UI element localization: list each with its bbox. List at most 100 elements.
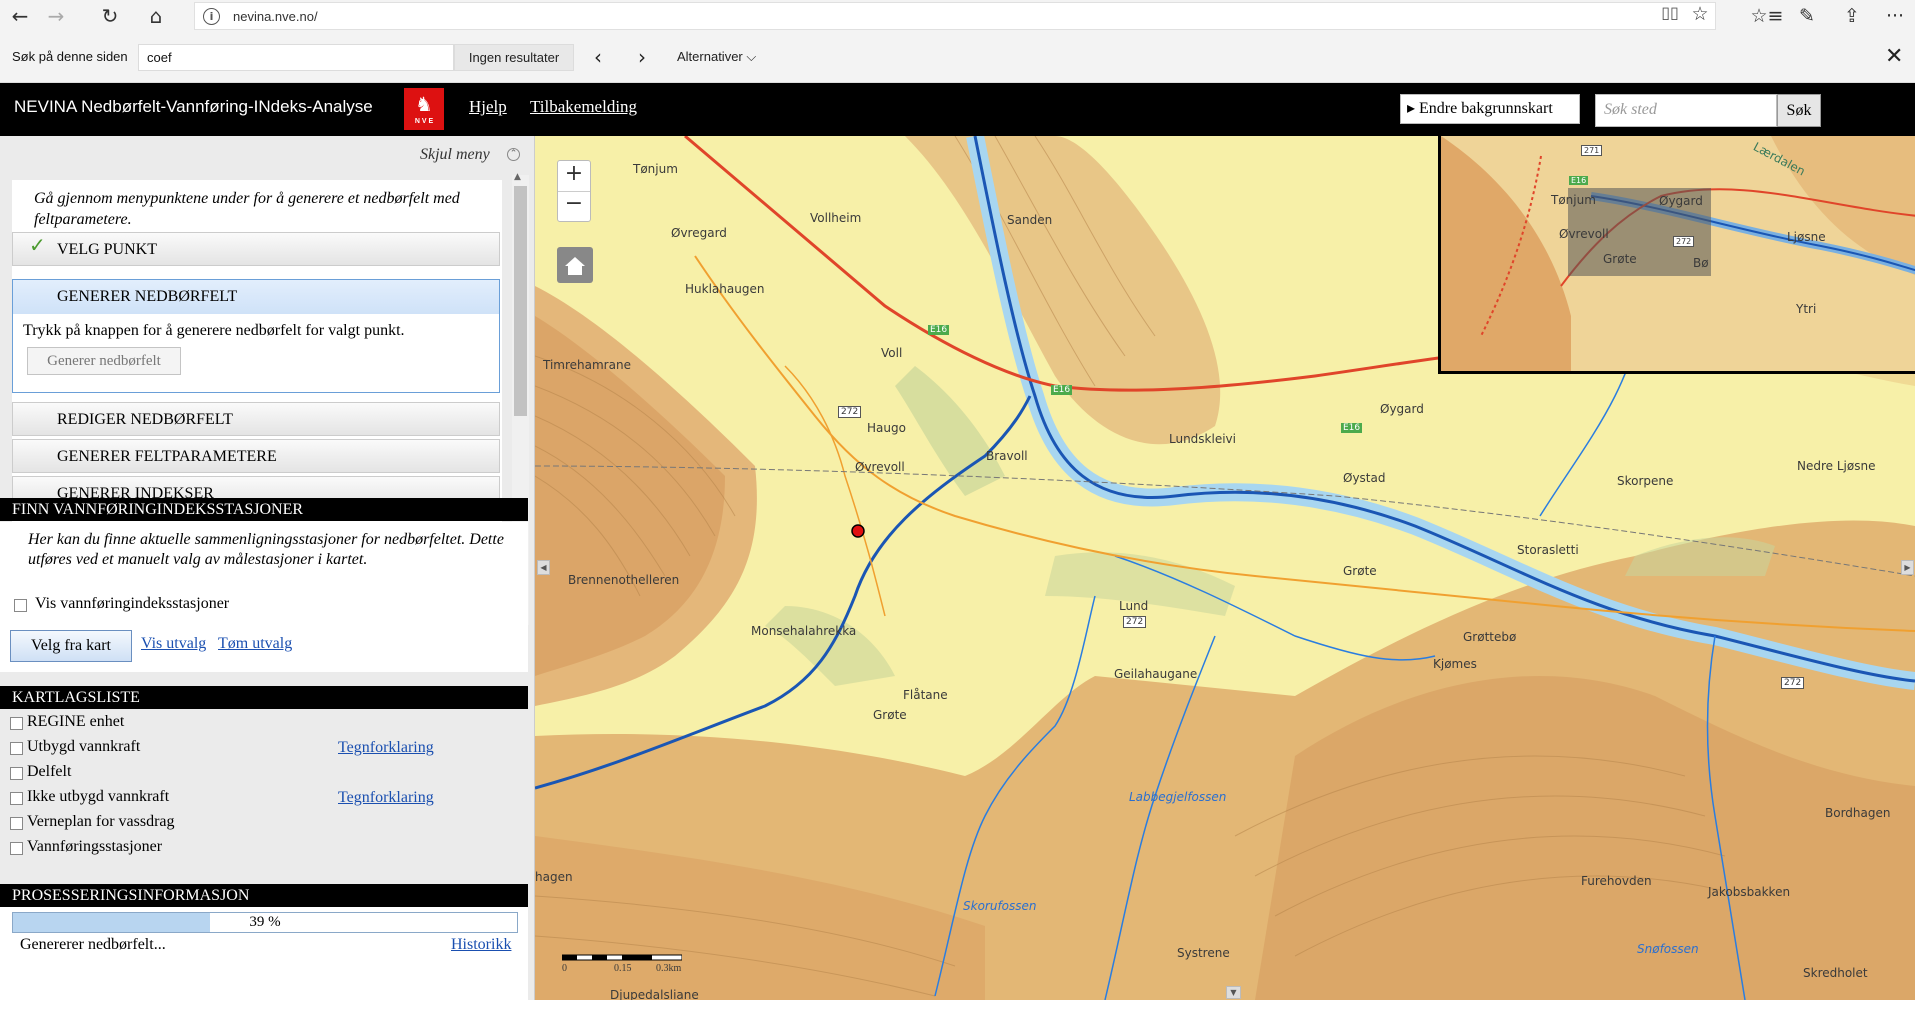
feedback-link[interactable]: Tilbakemelding: [530, 97, 637, 117]
selected-point-marker: [851, 524, 865, 538]
map-label: Øvrevoll: [855, 460, 905, 474]
menu-item-select-point[interactable]: ✓ VELG PUNKT: [12, 232, 500, 266]
layer-label: Ikke utbygd vannkraft: [27, 788, 170, 805]
overview-map[interactable]: Tønjum Øvrevoll Grøte Øygard Ljøsne Bø Y…: [1438, 136, 1915, 374]
url-text[interactable]: nevina.nve.no/: [233, 9, 318, 24]
map-label: Jakobsbakken: [1708, 885, 1791, 899]
road-shield: E16: [1341, 423, 1363, 433]
scroll-up-icon[interactable]: ▲: [514, 172, 521, 182]
more-icon[interactable]: ···: [1878, 2, 1912, 30]
stations-description: Her kan du finne aktuelle sammenlignings…: [28, 531, 504, 568]
map-label: Furehovden: [1581, 874, 1652, 888]
home-extent-button[interactable]: [557, 247, 593, 283]
address-bar[interactable]: i nevina.nve.no/ ▯▯ ☆: [194, 2, 1716, 30]
home-icon[interactable]: ⌂: [138, 2, 174, 30]
layers-section-header: KARTLAGSLISTE: [0, 686, 528, 709]
map-label: Geilahaugane: [1114, 667, 1198, 681]
layer-checkbox-delfelt[interactable]: [10, 767, 23, 780]
map-label: Labbegjelfossen: [1129, 790, 1227, 804]
pan-down-icon[interactable]: ▼: [1226, 986, 1241, 999]
overview-label: Øvrevoll: [1559, 227, 1609, 241]
map-label: Grøttebø: [1463, 630, 1517, 644]
find-label: Søk på denne siden: [12, 49, 128, 64]
scale-label: 0.15: [614, 963, 632, 974]
find-next-icon[interactable]: ›: [638, 45, 646, 69]
close-icon[interactable]: ✕: [1885, 44, 1903, 69]
home-icon: [565, 257, 585, 275]
legend-link[interactable]: Tegnforklaring: [338, 789, 434, 807]
notes-icon[interactable]: ✎: [1790, 2, 1824, 30]
stations-section-header: FINN VANNFØRINGINDEKSSTASJONER: [0, 498, 528, 521]
map-label: Grøte: [1343, 564, 1377, 578]
clear-selection-link[interactable]: Tøm utvalg: [218, 635, 292, 653]
map-label: Lundskleivi: [1169, 432, 1236, 446]
map-label: Sanden: [1007, 213, 1053, 227]
find-options-button[interactable]: Alternativer ⌵: [677, 49, 756, 65]
map-label: Snøfossen: [1637, 942, 1699, 956]
change-basemap-button[interactable]: ▸ Endre bakgrunnskart: [1400, 94, 1580, 124]
reading-view-icon[interactable]: ▯▯: [1653, 3, 1687, 29]
refresh-icon[interactable]: ↻: [92, 2, 128, 30]
map-label: Øygard: [1380, 402, 1424, 416]
layer-checkbox-verneplan[interactable]: [10, 817, 23, 830]
map-label: Haugo: [867, 421, 906, 435]
back-icon[interactable]: ←: [2, 2, 38, 30]
overview-label: Bø: [1693, 256, 1709, 270]
forward-icon[interactable]: →: [38, 2, 74, 30]
place-search-input[interactable]: Søk sted: [1595, 94, 1777, 127]
overview-label: Ljøsne: [1787, 230, 1826, 244]
layer-checkbox-utbygd[interactable]: [10, 742, 23, 755]
road-shield: 272: [1123, 616, 1147, 628]
map-label: Skorpene: [1617, 474, 1674, 488]
help-link[interactable]: Hjelp: [469, 97, 507, 117]
info-icon[interactable]: i: [203, 8, 220, 25]
layer-label: Delfelt: [27, 763, 72, 780]
overview-label: Grøte: [1603, 252, 1637, 266]
layer-checkbox-ikke-utbygd[interactable]: [10, 792, 23, 805]
place-search-button[interactable]: Søk: [1777, 94, 1821, 127]
map-view[interactable]: Tønjum Vollheim Øvregard Huklahaugen San…: [535, 136, 1915, 1000]
collapse-icon[interactable]: ⌃: [507, 148, 520, 161]
browser-toolbar: ← → ↻ ⌂ i nevina.nve.no/ ▯▯ ☆ ☆≡ ✎ ⇪ ···: [0, 0, 1915, 32]
overview-label: Tønjum: [1551, 193, 1596, 207]
find-bar: Søk på denne siden coef Ingen resultater…: [0, 32, 1915, 83]
menu-intro-text: Gå gjennom menypunktene under for å gene…: [34, 190, 460, 228]
favorites-icon[interactable]: ☆≡: [1750, 2, 1784, 30]
pan-left-icon[interactable]: ◀: [537, 560, 550, 575]
show-stations-checkbox[interactable]: [14, 599, 27, 612]
select-from-map-button[interactable]: Velg fra kart: [10, 630, 132, 662]
legend-link[interactable]: Tegnforklaring: [338, 739, 434, 757]
layer-checkbox-regine[interactable]: [10, 717, 23, 730]
layer-checkbox-stasjoner[interactable]: [10, 842, 23, 855]
scale-label: 0: [562, 963, 567, 974]
scrollbar-thumb[interactable]: [514, 186, 527, 416]
show-selection-link[interactable]: Vis utvalg: [141, 635, 206, 653]
side-panel: Skjul meny ⌃ ▲ ▼ Gå gjennom menypunktene…: [0, 136, 535, 1000]
share-icon[interactable]: ⇪: [1835, 2, 1869, 30]
generate-description: Trykk på knappen for å generere nedbørfe…: [23, 322, 405, 339]
scale-bar: 0 0.15 0.3km: [562, 953, 682, 977]
road-shield: 272: [1781, 677, 1805, 689]
menu-item-label[interactable]: GENERER NEDBØRFELT: [13, 280, 499, 314]
menu-item-generate-parameters[interactable]: GENERER FELTPARAMETERE: [12, 439, 500, 473]
menu-item-edit-catchment[interactable]: REDIGER NEDBØRFELT: [12, 402, 500, 436]
pan-right-icon[interactable]: ▶: [1901, 560, 1914, 575]
road-shield: E16: [1051, 385, 1073, 395]
hide-menu-link[interactable]: Skjul meny: [420, 146, 490, 164]
map-label: Huklahaugen: [685, 282, 765, 296]
map-label: Storasletti: [1517, 543, 1579, 557]
find-prev-icon[interactable]: ‹: [594, 45, 602, 69]
nve-logo: ♞ N V E: [404, 88, 444, 130]
map-label: Lund: [1119, 599, 1149, 613]
star-icon[interactable]: ☆: [1687, 3, 1713, 29]
history-link[interactable]: Historikk: [451, 936, 511, 954]
road-shield: E16: [928, 325, 950, 335]
layer-label: Utbygd vannkraft: [27, 738, 141, 755]
find-input[interactable]: coef: [138, 44, 454, 71]
map-label: Bordhagen: [1825, 806, 1891, 820]
map-label: Monsehalahrekka: [751, 624, 857, 638]
generate-catchment-button[interactable]: Generer nedbørfelt: [27, 347, 181, 375]
zoom-in-button[interactable]: +: [558, 161, 590, 192]
zoom-out-button[interactable]: −: [558, 191, 590, 221]
app-title: NEVINA Nedbørfelt-Vannføring-INdeks-Anal…: [14, 97, 373, 116]
